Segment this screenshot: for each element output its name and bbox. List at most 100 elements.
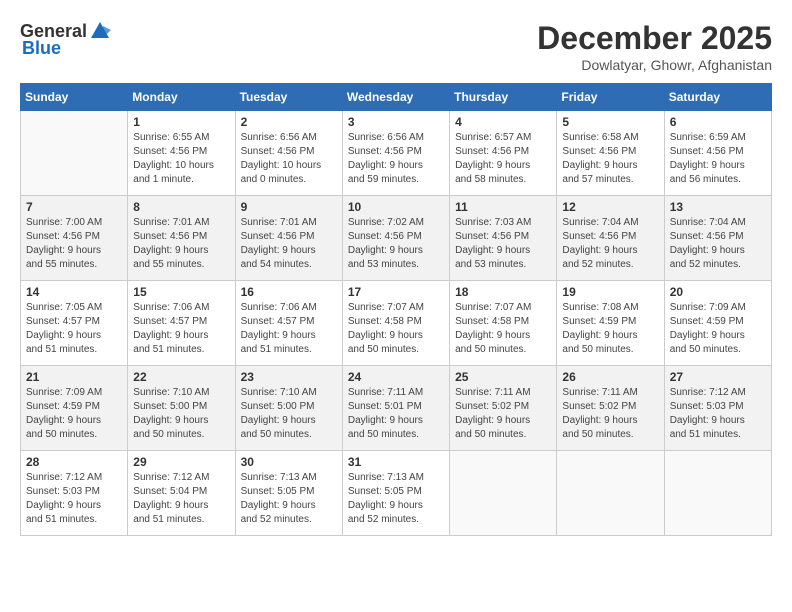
day-number: 1	[133, 115, 229, 129]
day-number: 27	[670, 370, 766, 384]
header-thursday: Thursday	[450, 84, 557, 111]
logo-icon	[89, 20, 111, 42]
day-number: 23	[241, 370, 337, 384]
calendar-cell: 16 Sunrise: 7:06 AM Sunset: 4:57 PM Dayli…	[235, 281, 342, 366]
day-info: Sunrise: 7:12 AM Sunset: 5:03 PM Dayligh…	[670, 386, 766, 442]
day-info: Sunrise: 7:08 AM Sunset: 4:59 PM Dayligh…	[562, 301, 658, 357]
day-number: 24	[348, 370, 444, 384]
day-info: Sunrise: 7:06 AM Sunset: 4:57 PM Dayligh…	[241, 301, 337, 357]
day-info: Sunrise: 7:11 AM Sunset: 5:02 PM Dayligh…	[455, 386, 551, 442]
calendar-cell: 8 Sunrise: 7:01 AM Sunset: 4:56 PM Daylig…	[128, 196, 235, 281]
calendar-cell: 11 Sunrise: 7:03 AM Sunset: 4:56 PM Dayli…	[450, 196, 557, 281]
calendar-cell	[557, 451, 664, 536]
page-subtitle: Dowlatyar, Ghowr, Afghanistan	[537, 57, 772, 73]
day-info: Sunrise: 7:12 AM Sunset: 5:04 PM Dayligh…	[133, 471, 229, 527]
header: General Blue December 2025 Dowlatyar, Gh…	[20, 20, 772, 73]
day-info: Sunrise: 7:10 AM Sunset: 5:00 PM Dayligh…	[133, 386, 229, 442]
calendar-cell: 10Sunrise: 7:02 AM Sunset: 4:56 PM Dayli…	[342, 196, 449, 281]
calendar-cell: 7Sunrise: 7:00 AM Sunset: 4:56 PM Daylig…	[21, 196, 128, 281]
day-number: 18	[455, 285, 551, 299]
day-info: Sunrise: 7:13 AM Sunset: 5:05 PM Dayligh…	[241, 471, 337, 527]
day-info: Sunrise: 7:09 AM Sunset: 4:59 PM Dayligh…	[26, 386, 122, 442]
day-info: Sunrise: 6:56 AM Sunset: 4:56 PM Dayligh…	[348, 131, 444, 187]
header-wednesday: Wednesday	[342, 84, 449, 111]
calendar-cell: 28 Sunrise: 7:12 AM Sunset: 5:03 PM Dayli…	[21, 451, 128, 536]
calendar-week-2: 7Sunrise: 7:00 AM Sunset: 4:56 PM Daylig…	[21, 196, 772, 281]
day-info: Sunrise: 6:57 AM Sunset: 4:56 PM Dayligh…	[455, 131, 551, 187]
day-info: Sunrise: 7:02 AM Sunset: 4:56 PM Dayligh…	[348, 216, 444, 272]
day-info: Sunrise: 7:13 AM Sunset: 5:05 PM Dayligh…	[348, 471, 444, 527]
day-info: Sunrise: 7:12 AM Sunset: 5:03 PM Dayligh…	[26, 471, 122, 527]
day-number: 31	[348, 455, 444, 469]
day-number: 4	[455, 115, 551, 129]
header-monday: Monday	[128, 84, 235, 111]
calendar-cell	[450, 451, 557, 536]
day-number: 28	[26, 455, 122, 469]
day-number: 16	[241, 285, 337, 299]
calendar-cell: 1Sunrise: 6:55 AM Sunset: 4:56 PM Daylig…	[128, 111, 235, 196]
calendar-cell	[21, 111, 128, 196]
day-number: 21	[26, 370, 122, 384]
day-number: 6	[670, 115, 766, 129]
calendar-cell: 15 Sunrise: 7:06 AM Sunset: 4:57 PM Dayli…	[128, 281, 235, 366]
day-number: 7	[26, 200, 122, 214]
day-number: 8	[133, 200, 229, 214]
header-friday: Friday	[557, 84, 664, 111]
calendar-table: SundayMondayTuesdayWednesdayThursdayFrid…	[20, 83, 772, 536]
day-info: Sunrise: 7:07 AM Sunset: 4:58 PM Dayligh…	[455, 301, 551, 357]
calendar-cell: 30 Sunrise: 7:13 AM Sunset: 5:05 PM Dayli…	[235, 451, 342, 536]
day-info: Sunrise: 6:56 AM Sunset: 4:56 PM Dayligh…	[241, 131, 337, 187]
day-number: 17	[348, 285, 444, 299]
day-number: 30	[241, 455, 337, 469]
day-info: Sunrise: 7:06 AM Sunset: 4:57 PM Dayligh…	[133, 301, 229, 357]
calendar-cell: 6 Sunrise: 6:59 AM Sunset: 4:56 PM Daylig…	[664, 111, 771, 196]
calendar-header-row: SundayMondayTuesdayWednesdayThursdayFrid…	[21, 84, 772, 111]
calendar-cell: 5 Sunrise: 6:58 AM Sunset: 4:56 PM Daylig…	[557, 111, 664, 196]
calendar-cell: 26Sunrise: 7:11 AM Sunset: 5:02 PM Dayli…	[557, 366, 664, 451]
page-title: December 2025	[537, 20, 772, 57]
day-info: Sunrise: 7:07 AM Sunset: 4:58 PM Dayligh…	[348, 301, 444, 357]
calendar-cell: 31 Sunrise: 7:13 AM Sunset: 5:05 PM Dayli…	[342, 451, 449, 536]
day-info: Sunrise: 7:03 AM Sunset: 4:56 PM Dayligh…	[455, 216, 551, 272]
calendar-cell: 17 Sunrise: 7:07 AM Sunset: 4:58 PM Dayli…	[342, 281, 449, 366]
logo: General Blue	[20, 20, 113, 59]
day-number: 14	[26, 285, 122, 299]
calendar-cell: 14Sunrise: 7:05 AM Sunset: 4:57 PM Dayli…	[21, 281, 128, 366]
day-number: 25	[455, 370, 551, 384]
calendar-cell: 12 Sunrise: 7:04 AM Sunset: 4:56 PM Dayli…	[557, 196, 664, 281]
day-info: Sunrise: 7:11 AM Sunset: 5:02 PM Dayligh…	[562, 386, 658, 442]
title-area: December 2025 Dowlatyar, Ghowr, Afghanis…	[537, 20, 772, 73]
calendar-week-5: 28 Sunrise: 7:12 AM Sunset: 5:03 PM Dayli…	[21, 451, 772, 536]
day-info: Sunrise: 7:10 AM Sunset: 5:00 PM Dayligh…	[241, 386, 337, 442]
day-number: 11	[455, 200, 551, 214]
calendar-cell: 9 Sunrise: 7:01 AM Sunset: 4:56 PM Daylig…	[235, 196, 342, 281]
calendar-cell: 19Sunrise: 7:08 AM Sunset: 4:59 PM Dayli…	[557, 281, 664, 366]
header-tuesday: Tuesday	[235, 84, 342, 111]
day-info: Sunrise: 7:01 AM Sunset: 4:56 PM Dayligh…	[241, 216, 337, 272]
day-number: 12	[562, 200, 658, 214]
calendar-cell: 20Sunrise: 7:09 AM Sunset: 4:59 PM Dayli…	[664, 281, 771, 366]
day-info: Sunrise: 7:04 AM Sunset: 4:56 PM Dayligh…	[562, 216, 658, 272]
day-number: 22	[133, 370, 229, 384]
day-number: 2	[241, 115, 337, 129]
day-info: Sunrise: 7:09 AM Sunset: 4:59 PM Dayligh…	[670, 301, 766, 357]
day-info: Sunrise: 7:04 AM Sunset: 4:56 PM Dayligh…	[670, 216, 766, 272]
day-number: 5	[562, 115, 658, 129]
calendar-cell: 4 Sunrise: 6:57 AM Sunset: 4:56 PM Daylig…	[450, 111, 557, 196]
calendar-week-1: 1Sunrise: 6:55 AM Sunset: 4:56 PM Daylig…	[21, 111, 772, 196]
day-info: Sunrise: 6:58 AM Sunset: 4:56 PM Dayligh…	[562, 131, 658, 187]
calendar-cell: 21 Sunrise: 7:09 AM Sunset: 4:59 PM Dayli…	[21, 366, 128, 451]
day-number: 15	[133, 285, 229, 299]
calendar-cell: 2 Sunrise: 6:56 AM Sunset: 4:56 PM Daylig…	[235, 111, 342, 196]
day-info: Sunrise: 6:59 AM Sunset: 4:56 PM Dayligh…	[670, 131, 766, 187]
calendar-week-4: 21 Sunrise: 7:09 AM Sunset: 4:59 PM Dayli…	[21, 366, 772, 451]
day-number: 9	[241, 200, 337, 214]
day-info: Sunrise: 7:01 AM Sunset: 4:56 PM Dayligh…	[133, 216, 229, 272]
day-number: 13	[670, 200, 766, 214]
calendar-cell: 25 Sunrise: 7:11 AM Sunset: 5:02 PM Dayli…	[450, 366, 557, 451]
calendar-cell: 24 Sunrise: 7:11 AM Sunset: 5:01 PM Dayli…	[342, 366, 449, 451]
day-info: Sunrise: 7:11 AM Sunset: 5:01 PM Dayligh…	[348, 386, 444, 442]
calendar-cell	[664, 451, 771, 536]
calendar-cell: 18 Sunrise: 7:07 AM Sunset: 4:58 PM Dayli…	[450, 281, 557, 366]
calendar-cell: 3Sunrise: 6:56 AM Sunset: 4:56 PM Daylig…	[342, 111, 449, 196]
